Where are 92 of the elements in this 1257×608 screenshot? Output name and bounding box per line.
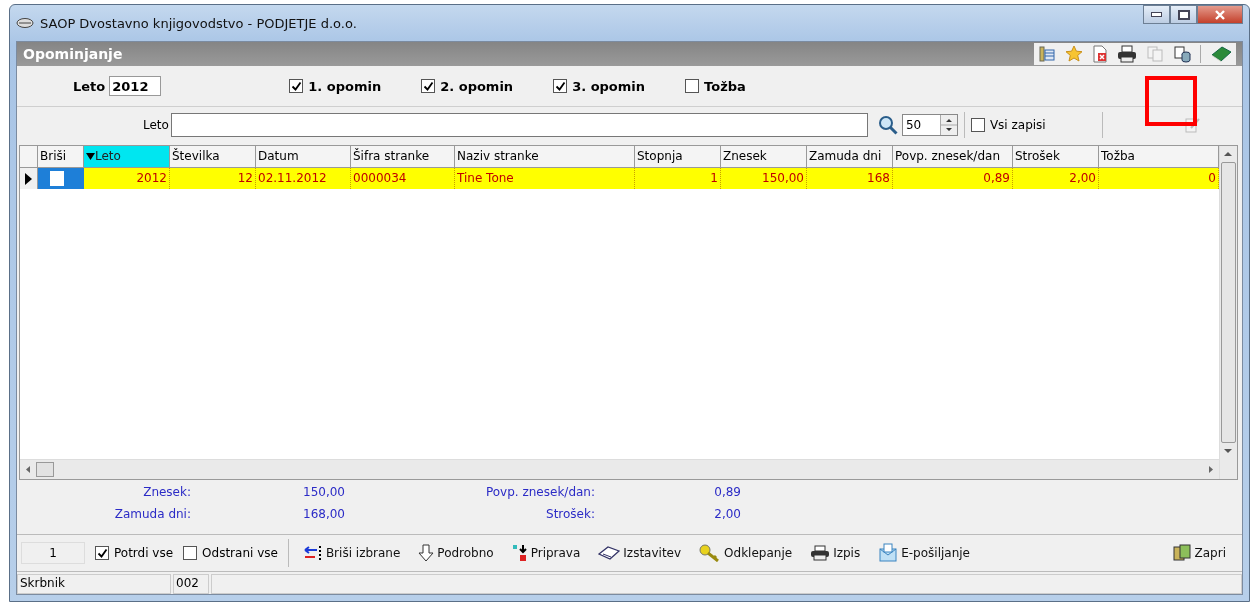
spin-arrows-icon[interactable] (939, 115, 957, 135)
delete-checkbox[interactable] (50, 171, 64, 186)
column-header[interactable]: Briši (38, 146, 84, 168)
year-label: Leto (73, 78, 106, 94)
search-field[interactable] (170, 113, 868, 137)
down-arrow-icon (418, 544, 435, 562)
table-cell: 150,00 (721, 168, 807, 189)
star-icon[interactable] (1065, 45, 1083, 63)
checkbox[interactable] (970, 118, 985, 132)
sort-arrow-icon (86, 153, 95, 160)
prepare-button[interactable]: Priprava (507, 542, 585, 564)
table-cell: 0,89 (893, 168, 1013, 189)
database-icon[interactable] (1173, 45, 1191, 63)
total-label: Znesek: (142, 485, 191, 501)
arrows-icon (302, 545, 323, 561)
count-spinner[interactable]: 50 (901, 114, 958, 136)
checkbox[interactable] (421, 79, 436, 93)
detail-button[interactable]: Podrobno (414, 542, 498, 564)
filter-checkbox[interactable]: 1. opomin (289, 78, 382, 94)
checkbox[interactable] (289, 79, 304, 93)
filter-checkbox[interactable]: Tožba (685, 78, 746, 94)
printer-icon (810, 545, 831, 561)
table-cell: 168 (807, 168, 893, 189)
close-button[interactable] (1197, 5, 1243, 24)
maximize-button[interactable] (1170, 5, 1197, 24)
panel-title: Opominjanje (23, 46, 123, 62)
blocks-icon (511, 544, 528, 562)
all-records-checkbox[interactable]: Vsi zapisi (970, 118, 1046, 132)
column-header[interactable]: Stopnja (635, 146, 721, 168)
year-field[interactable]: 2012 (109, 76, 162, 96)
column-header[interactable]: Šifra stranke (351, 146, 455, 168)
column-header[interactable]: Povp. znesek/dan (893, 146, 1013, 168)
total-value: 150,00 (302, 485, 345, 501)
book-icon (598, 545, 621, 561)
column-header[interactable]: Naziv stranke (455, 146, 635, 168)
column-header[interactable]: Zamuda dni (807, 146, 893, 168)
vertical-scrollbar[interactable] (1219, 146, 1237, 479)
key-icon (699, 544, 722, 562)
table-cell: 1 (635, 168, 721, 189)
selected-count: 1 (21, 542, 85, 564)
status-code: 002 (173, 574, 209, 594)
filter-checkbox[interactable]: 3. opomin (553, 78, 646, 94)
checkbox[interactable] (553, 79, 568, 93)
table-cell: Tine Tone (455, 168, 635, 189)
printer-icon[interactable] (1117, 45, 1137, 63)
checkbox[interactable] (685, 79, 700, 93)
checkbox[interactable] (95, 546, 109, 560)
edit-icon[interactable] (1183, 116, 1202, 134)
delete-document-icon[interactable] (1092, 45, 1108, 63)
close-icon (1214, 9, 1226, 20)
email-button[interactable]: E-pošiljanje (874, 541, 974, 565)
filter-checkbox[interactable]: 2. opomin (421, 78, 514, 94)
search-label: Leto (143, 118, 169, 132)
total-label: Zamuda dni: (113, 507, 191, 523)
total-label: Povp. znesek/dan: (484, 485, 595, 501)
total-value: 168,00 (302, 507, 345, 523)
app-icon (16, 17, 34, 29)
table-cell: 2012 (84, 168, 170, 189)
current-row-icon (25, 172, 32, 185)
confirm-all-checkbox[interactable]: Potrdi vse (95, 546, 174, 560)
scroll-thumb[interactable] (1221, 162, 1236, 443)
column-header[interactable]: Znesek (721, 146, 807, 168)
scroll-thumb[interactable] (36, 462, 54, 477)
close-button[interactable]: Zapri (1167, 542, 1230, 564)
print-button[interactable]: Izpis (806, 543, 865, 563)
total-value: 0,89 (713, 485, 741, 501)
issue-button[interactable]: Izstavitev (594, 543, 686, 563)
window-title: SAOP Dvostavno knjigovodstvo - PODJETJE d.o.o. (40, 15, 357, 31)
delete-button[interactable]: Briši izbrane (298, 543, 405, 563)
horizontal-scrollbar[interactable] (20, 459, 1219, 479)
column-header[interactable]: Strošek (1013, 146, 1099, 168)
status-user: Skrbnik (17, 574, 171, 594)
unlock-button[interactable]: Odklepanje (695, 542, 797, 564)
total-label: Strošek: (545, 507, 595, 523)
column-header[interactable]: Tožba (1099, 146, 1219, 168)
minimize-icon (1151, 12, 1162, 17)
search-icon[interactable] (877, 115, 898, 135)
column-header[interactable]: Številka (170, 146, 256, 168)
columns-icon[interactable] (1038, 45, 1056, 63)
envelope-icon (878, 543, 899, 563)
table-cell: 0000034 (351, 168, 455, 189)
maximize-icon (1177, 9, 1190, 20)
table-cell: 12 (170, 168, 256, 189)
table-cell: 02.11.2012 (256, 168, 351, 189)
column-header[interactable]: Leto (84, 146, 170, 168)
minimize-button[interactable] (1143, 5, 1170, 24)
column-header[interactable]: Datum (256, 146, 351, 168)
table-row[interactable]: 2012 12 02.11.2012 0000034 Tine Tone 1 150,00 168 0,89 2,00 0 (20, 168, 1219, 189)
checkbox[interactable] (183, 546, 198, 560)
remove-all-checkbox[interactable]: Odstrani vse (183, 546, 278, 560)
total-value: 2,00 (713, 507, 741, 523)
table-cell: 2,00 (1013, 168, 1099, 189)
